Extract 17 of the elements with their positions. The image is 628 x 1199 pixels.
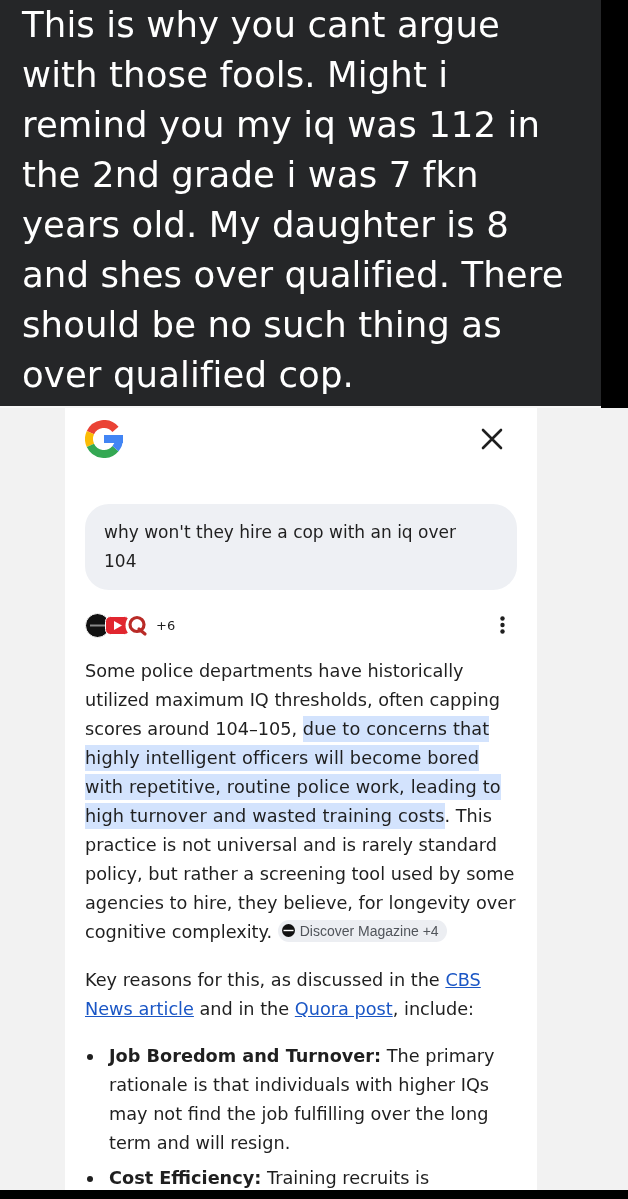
source-logo-icon bbox=[281, 924, 295, 937]
source-link[interactable]: Quora post bbox=[294, 999, 393, 1019]
reason-text: Cost Efficiency: Training recruits is bbox=[109, 1167, 430, 1190]
answer-paragraph: Some police departments have historically utilized maximum IQ thresholds, often capping scores around 104–105, due to concerns that highly intelligent officers will become bored with repetitive, routine police work, leading to high turnover and wasted training costs. This practice is not universal and is rarely standard policy, but rather a screening tool used by some agencies to hire, they believe, for longevity over cognitive complexity. Discover Magazine +4 bbox=[85, 660, 517, 944]
more-sources-count[interactable]: +6 bbox=[156, 610, 176, 640]
reasons-intro-text: Key reasons for this, as discussed in the CBS News article and in the Quora post, include: bbox=[85, 969, 482, 1021]
source-link[interactable]: News article bbox=[85, 999, 194, 1019]
reason-text: Job Boredom and Turnover: The primary rationale is that individuals with higher IQs may not find the job fulfilling over the long term and will resign. bbox=[109, 1045, 496, 1155]
bullet-icon bbox=[87, 1054, 93, 1060]
bullet-icon bbox=[87, 1176, 93, 1182]
source-chip[interactable]: Discover Magazine +4 bbox=[277, 919, 447, 942]
more-options-icon[interactable] bbox=[500, 616, 505, 634]
query-bubble: why won't they hire a cop with an iq over 104 bbox=[85, 504, 517, 590]
g-logo-icon bbox=[85, 420, 123, 458]
source-link[interactable]: CBS bbox=[445, 970, 481, 990]
close-icon[interactable] bbox=[481, 428, 503, 450]
post-caption: This is why you cant argue with those fools. Might i remind you my iq was 112 in the 2nd grade i was 7 fkn years old. My daughter is 8 and shes over qualified. There should be no such thing as over qualified cop. bbox=[22, 3, 565, 397]
